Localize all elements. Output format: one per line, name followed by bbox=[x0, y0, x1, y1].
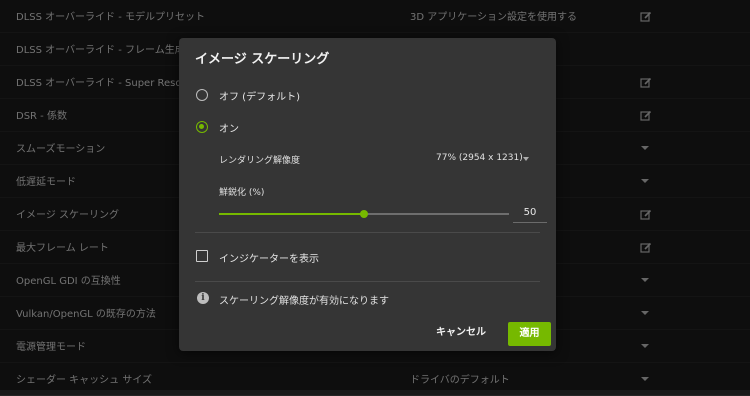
chevron-down-icon[interactable] bbox=[523, 157, 529, 161]
show-indicator-label[interactable]: インジケーターを表示 bbox=[219, 250, 319, 265]
info-icon: i bbox=[197, 292, 209, 304]
sharpen-value-field[interactable]: 50 bbox=[513, 204, 547, 223]
divider bbox=[195, 232, 540, 233]
show-indicator-checkbox[interactable] bbox=[196, 250, 208, 262]
off-radio[interactable] bbox=[196, 89, 208, 101]
divider bbox=[195, 281, 540, 282]
sharpen-label: 鮮鋭化 (%) bbox=[219, 188, 265, 198]
off-option-label[interactable]: オフ (デフォルト) bbox=[219, 88, 300, 103]
cancel-button[interactable]: キャンセル bbox=[436, 323, 486, 338]
sharpen-slider-handle[interactable] bbox=[360, 210, 368, 218]
render-resolution-dropdown[interactable]: 77% (2954 x 1231) bbox=[436, 153, 523, 163]
on-radio[interactable] bbox=[196, 121, 208, 133]
image-scaling-dialog: イメージ スケーリング オフ (デフォルト) オン レンダリング解像度 77% … bbox=[179, 38, 556, 351]
info-text: スケーリング解像度が有効になります bbox=[219, 296, 389, 307]
sharpen-slider-fill bbox=[219, 213, 364, 215]
dialog-title: イメージ スケーリング bbox=[195, 52, 330, 67]
apply-button[interactable]: 適用 bbox=[508, 322, 551, 346]
render-resolution-label: レンダリング解像度 bbox=[219, 156, 301, 166]
sharpen-slider[interactable] bbox=[219, 210, 509, 218]
on-option-label[interactable]: オン bbox=[219, 120, 239, 135]
